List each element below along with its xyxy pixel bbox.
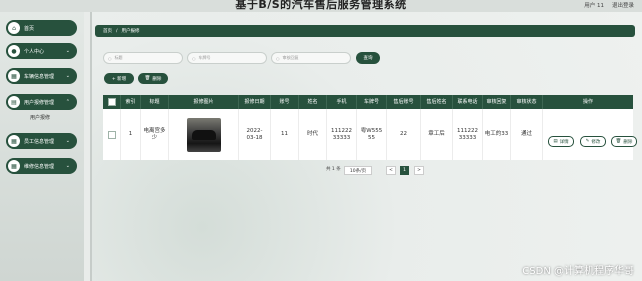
trash-icon: 🗑 — [615, 139, 622, 144]
search-icon: ○ — [276, 55, 280, 61]
header-index: 索引 — [121, 95, 141, 109]
breadcrumb-home[interactable]: 首页 — [103, 28, 112, 34]
header-after-account: 售后账号 — [387, 95, 421, 109]
header-phone: 手机 — [327, 95, 357, 109]
header-status: 审核状态 — [511, 95, 543, 109]
header-image: 报修图片 — [169, 95, 239, 109]
sidebar-item-label: 首页 — [24, 25, 35, 32]
header-actions: 操作 — [582, 99, 593, 105]
list-icon: ▤ — [8, 96, 20, 108]
cell-date: 2022-03-18 — [239, 109, 271, 160]
detail-button[interactable]: ▤ 详情 — [548, 136, 574, 147]
title-search-input[interactable]: ○ 标题 — [103, 52, 183, 64]
sidebar-item-label: 维修信息管理 — [24, 163, 55, 170]
cell-after-account: 22 — [387, 109, 421, 160]
cell-account: 11 — [271, 109, 299, 160]
chevron-down-icon: ⌄ — [65, 48, 70, 54]
header-after-name: 售后姓名 — [421, 95, 453, 109]
delete-button[interactable]: 🗑 删除 — [138, 73, 168, 84]
header-name: 姓名 — [299, 95, 327, 109]
breadcrumb-sep: / — [116, 28, 118, 34]
page-1-button[interactable]: 1 — [400, 166, 409, 175]
logout-link[interactable]: 退出登录 — [612, 1, 634, 9]
header-title: 标题 — [141, 95, 169, 109]
edit-button[interactable]: ✎ 修改 — [580, 136, 606, 147]
header-date: 报修日期 — [239, 95, 271, 109]
cell-status: 通过 — [511, 109, 543, 160]
sidebar-subitem-repair[interactable]: 用户报修 — [30, 114, 50, 121]
chevron-down-icon: ⌄ — [65, 163, 70, 169]
cell-plate: 粤W55555 — [357, 109, 387, 160]
breadcrumb-current: 用户报修 — [121, 29, 140, 34]
sidebar-item-vehicles[interactable]: ▦ 车辆信息管理 ⌄ — [6, 68, 77, 84]
query-button[interactable]: 查询 — [356, 52, 380, 64]
cell-index: 1 — [121, 109, 141, 160]
watermark: CSDN @计算机程序华哥 — [522, 266, 634, 277]
cell-contact: 11122233333 — [453, 109, 483, 160]
cell-phone: 11122233333 — [327, 109, 357, 160]
search-icon: ○ — [192, 55, 196, 61]
cell-name: 时代 — [299, 109, 327, 160]
home-icon: ⌂ — [8, 22, 20, 34]
grid-icon: ▦ — [8, 70, 20, 82]
header-contact: 联系电话 — [453, 95, 483, 109]
repair-table: 索引 标题 报修图片 报修日期 账号 姓名 手机 车牌号 售后账号 售后姓名 联… — [103, 95, 633, 160]
sidebar-item-label: 员工信息管理 — [24, 138, 55, 145]
sidebar-item-label: 车辆信息管理 — [24, 73, 55, 80]
grid-icon: ▦ — [8, 160, 20, 172]
car-photo — [186, 117, 221, 152]
user-area: 用户 11 退出登录 — [584, 1, 634, 9]
sidebar-item-repair[interactable]: ▤ 用户报修管理 ⌃ — [6, 94, 77, 110]
sidebar-item-label: 用户报修管理 — [24, 99, 55, 106]
header-reply: 审核回复 — [483, 95, 511, 109]
next-page-button[interactable]: > — [414, 166, 424, 175]
cell-after-name: 章工后 — [421, 109, 453, 160]
header-plate: 车牌号 — [357, 95, 387, 109]
search-icon: ○ — [108, 55, 112, 61]
page-size-select[interactable]: 10条/页 — [344, 166, 372, 175]
sidebar-item-label: 个人中心 — [24, 48, 45, 55]
chevron-down-icon: ⌄ — [65, 73, 70, 79]
checkbox[interactable] — [107, 98, 116, 106]
app-title: 基于B/S的汽车售后服务管理系统 — [235, 0, 407, 11]
pagination-total: 共 1 条 — [326, 167, 341, 172]
grid-icon: ▦ — [8, 135, 20, 147]
row-delete-button[interactable]: 🗑 删除 — [611, 136, 637, 147]
prev-page-button[interactable]: < — [386, 166, 396, 175]
chevron-down-icon: ⌄ — [65, 138, 70, 144]
list-icon: ▤ — [553, 139, 558, 144]
add-button[interactable]: + 新增 — [104, 73, 134, 84]
cell-actions — [543, 109, 633, 160]
sidebar-item-profile[interactable]: ● 个人中心 ⌄ — [6, 43, 77, 59]
sidebar-item-staff[interactable]: ▦ 员工信息管理 ⌄ — [6, 133, 77, 149]
sidebar-item-home[interactable]: ⌂ 首页 — [6, 20, 77, 36]
row-select[interactable] — [103, 109, 121, 160]
cell-reply: 电工的33 — [483, 109, 511, 160]
checkbox[interactable] — [107, 130, 116, 139]
pencil-icon: ✎ — [585, 139, 590, 144]
reply-search-input[interactable]: ○ 审核回复 — [271, 52, 351, 64]
header-account: 账号 — [271, 95, 299, 109]
header-select-all[interactable] — [103, 95, 121, 109]
breadcrumb: 首页 / 用户报修 — [95, 25, 635, 37]
plate-search-input[interactable]: ○ 车牌号 — [187, 52, 267, 64]
sidebar-item-maintenance[interactable]: ▦ 维修信息管理 ⌄ — [6, 158, 77, 174]
trash-icon: 🗑 — [144, 76, 151, 81]
cell-image — [169, 109, 239, 160]
cell-title: 电离宫多少 — [141, 109, 169, 160]
person-icon: ● — [8, 45, 20, 57]
chevron-up-icon: ⌃ — [65, 99, 70, 105]
user-name: 用户 11 — [584, 3, 604, 9]
